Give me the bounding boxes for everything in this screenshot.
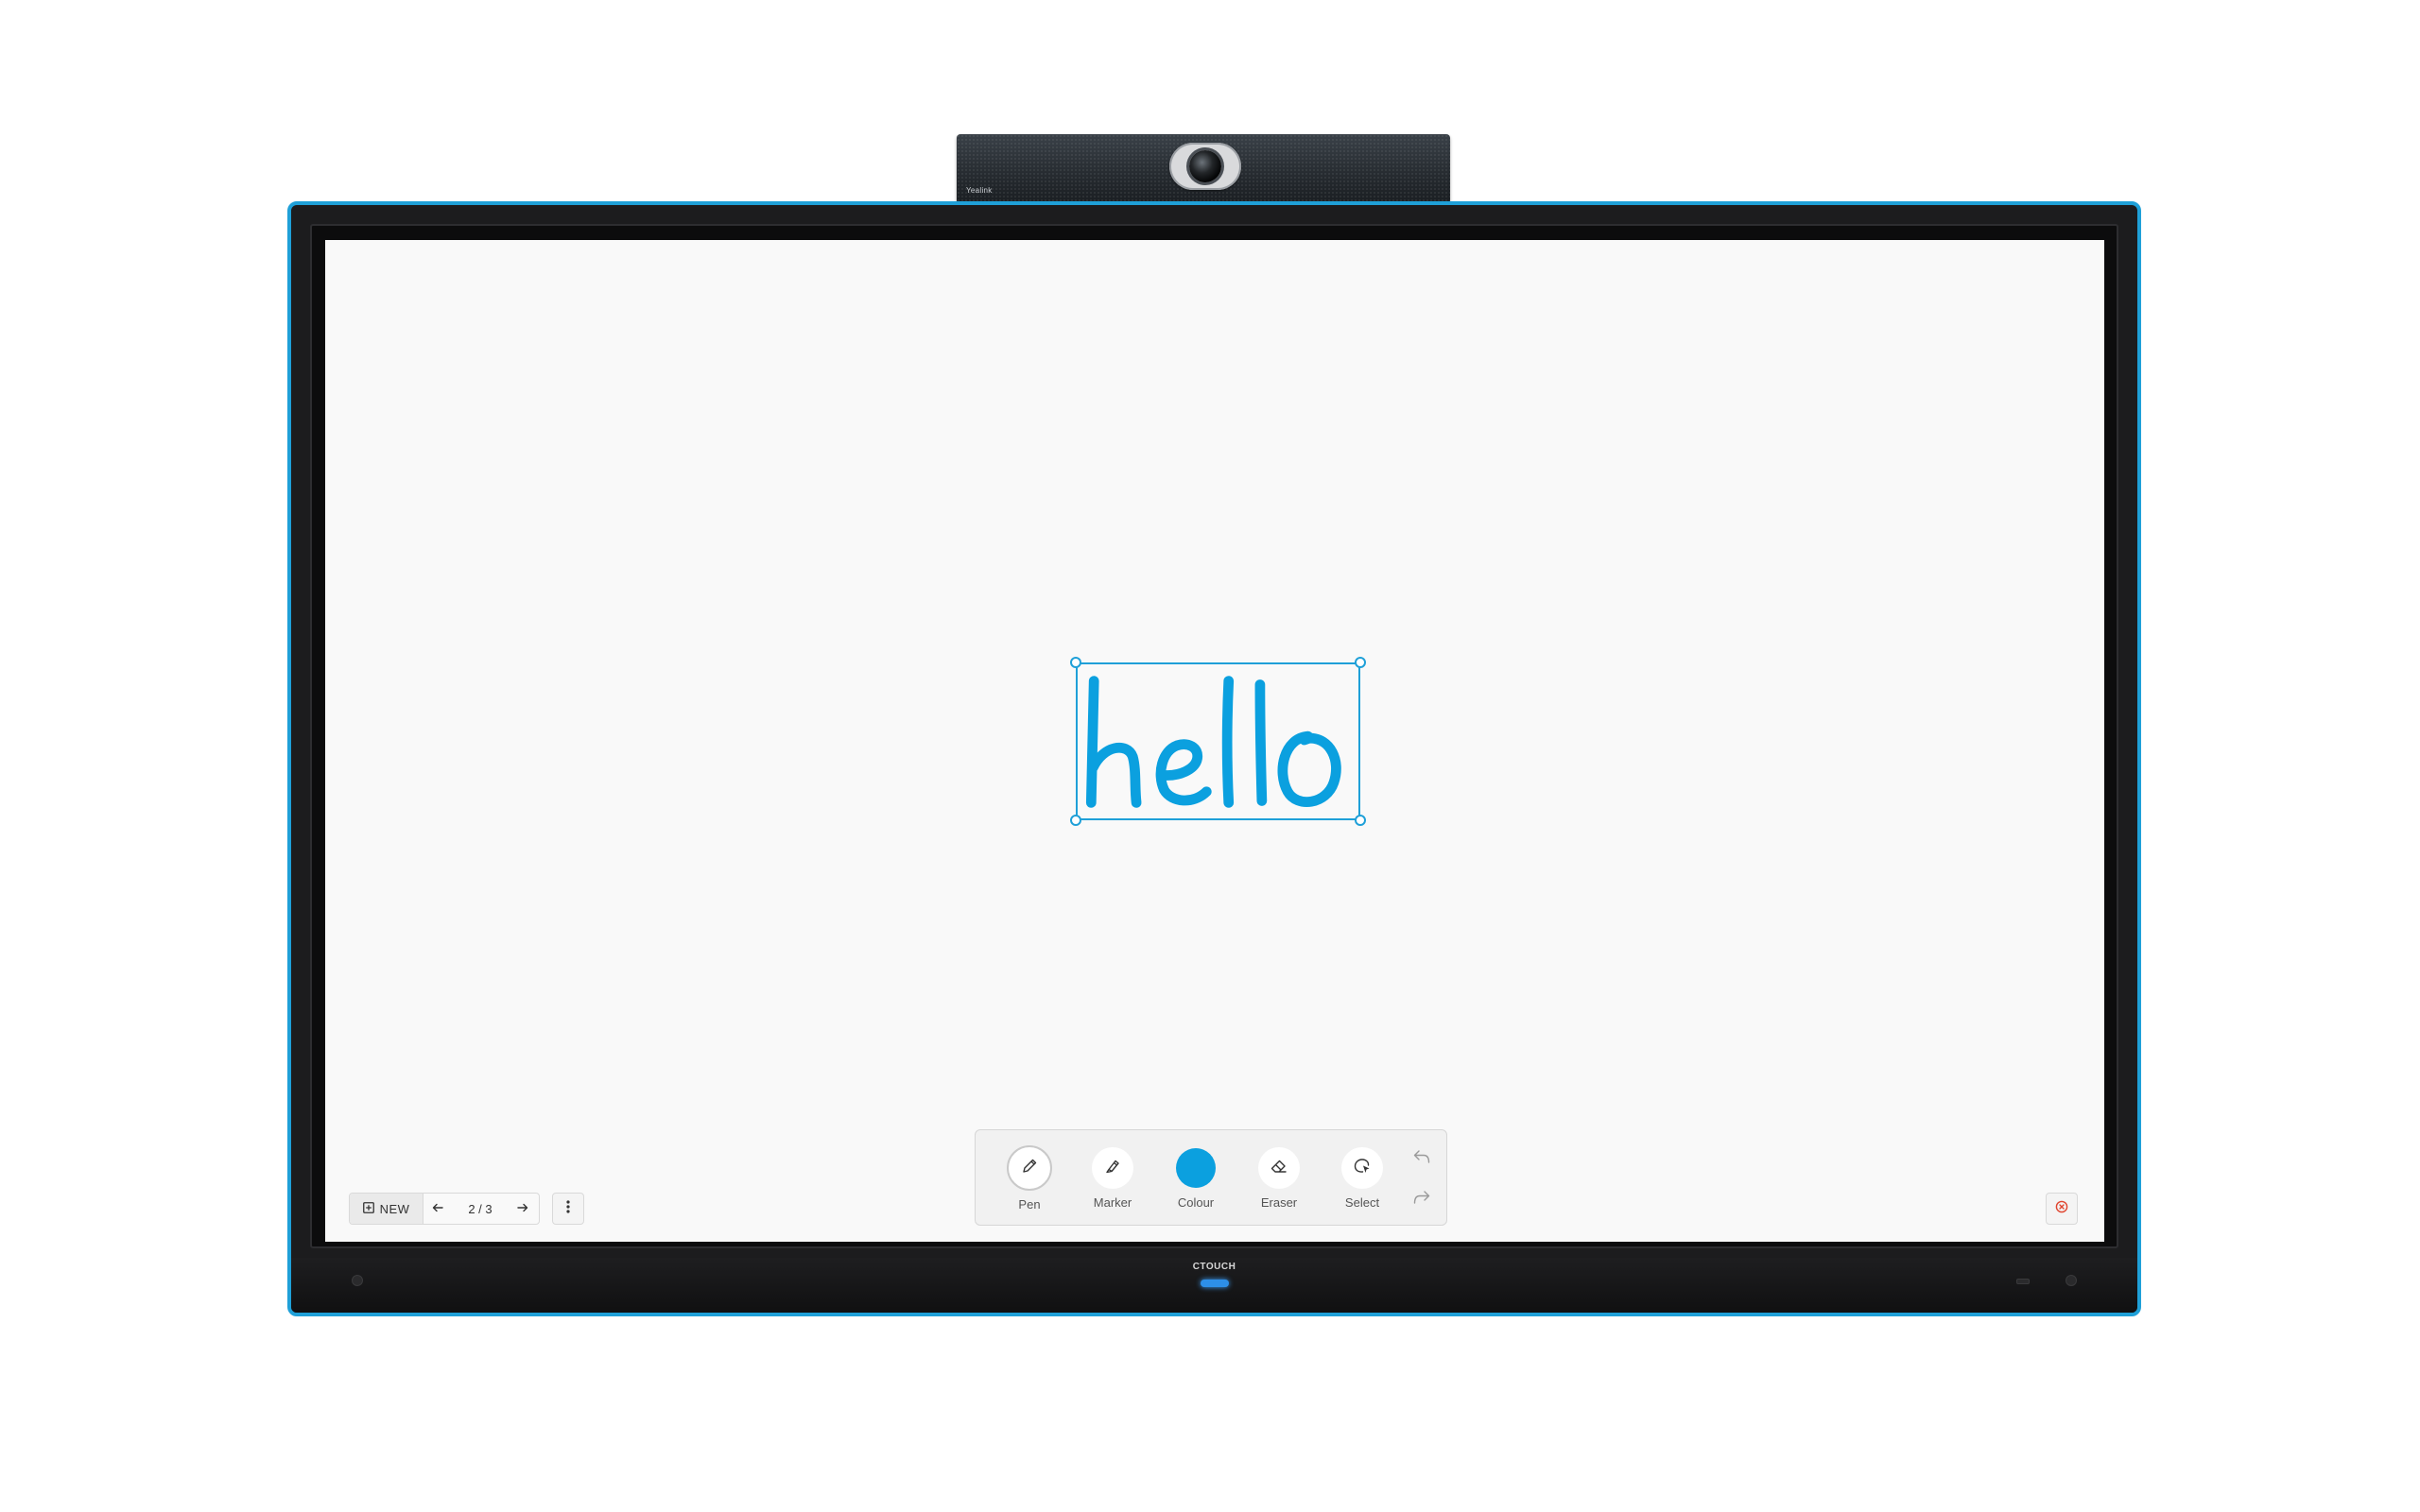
undo-icon[interactable] xyxy=(1412,1149,1431,1169)
page-controls: NEW 2 / 3 xyxy=(349,1193,540,1225)
eraser-tool-button[interactable] xyxy=(1258,1147,1300,1189)
display-bottom-strip: CTOUCH xyxy=(291,1258,2137,1313)
marker-icon xyxy=(1104,1158,1121,1179)
marker-tool-label: Marker xyxy=(1093,1195,1132,1210)
resize-handle-top-right[interactable] xyxy=(1355,657,1366,668)
arrow-right-icon xyxy=(517,1200,528,1217)
camera-lens-housing xyxy=(1169,143,1241,190)
marker-tool[interactable]: Marker xyxy=(1075,1147,1150,1213)
plus-square-icon xyxy=(362,1201,374,1216)
resize-handle-bottom-left[interactable] xyxy=(1070,815,1081,826)
display-frame: NEW 2 / 3 Pen Marker Colour Eraser Selec… xyxy=(287,201,2141,1316)
power-indicator xyxy=(1200,1280,1229,1287)
pen-tool-button[interactable] xyxy=(1007,1145,1052,1191)
select-tool-label: Select xyxy=(1344,1195,1380,1210)
pen-tool-label: Pen xyxy=(1018,1197,1041,1211)
exit-icon xyxy=(2055,1200,2068,1218)
arrow-left-icon xyxy=(432,1200,443,1217)
whiteboard-screen[interactable]: NEW 2 / 3 Pen Marker Colour Eraser Selec… xyxy=(325,240,2104,1242)
undo-redo-group xyxy=(1408,1149,1436,1210)
resize-handle-bottom-right[interactable] xyxy=(1355,815,1366,826)
camera-brand-label: Yealink xyxy=(966,186,993,195)
colour-tool-label: Colour xyxy=(1177,1195,1215,1210)
more-vertical-icon xyxy=(566,1199,570,1218)
drawing-toolbar: Pen Marker Colour Eraser Select xyxy=(975,1129,1447,1226)
previous-page-button[interactable] xyxy=(424,1194,452,1224)
pen-icon xyxy=(1021,1158,1038,1179)
display-brand-logo: CTOUCH xyxy=(1192,1262,1236,1272)
eraser-icon xyxy=(1270,1158,1288,1179)
redo-icon[interactable] xyxy=(1412,1190,1431,1210)
pen-tool[interactable]: Pen xyxy=(992,1145,1067,1213)
colour-swatch xyxy=(1176,1148,1216,1188)
marker-tool-button[interactable] xyxy=(1092,1147,1133,1189)
colour-tool[interactable]: Colour xyxy=(1158,1147,1234,1213)
new-page-label: NEW xyxy=(379,1201,410,1216)
light-sensor xyxy=(352,1275,363,1286)
next-page-button[interactable] xyxy=(509,1194,537,1224)
new-page-button[interactable]: NEW xyxy=(350,1194,424,1224)
ink-selection-box[interactable] xyxy=(1070,657,1366,826)
lasso-select-icon xyxy=(1353,1157,1372,1180)
ir-sensor xyxy=(2066,1275,2077,1286)
select-tool-button[interactable] xyxy=(1341,1147,1383,1189)
eraser-tool[interactable]: Eraser xyxy=(1241,1147,1317,1213)
mic-indicator xyxy=(2016,1279,2030,1284)
exit-whiteboard-button[interactable] xyxy=(2046,1193,2078,1225)
select-tool[interactable]: Select xyxy=(1324,1147,1400,1213)
camera-bar: Yealink xyxy=(957,134,1450,202)
more-options-button[interactable] xyxy=(552,1193,584,1225)
page-indicator: 2 / 3 xyxy=(468,1201,493,1216)
colour-tool-button[interactable] xyxy=(1175,1147,1217,1189)
resize-handle-top-left[interactable] xyxy=(1070,657,1081,668)
handwritten-hello[interactable] xyxy=(1078,664,1358,818)
eraser-tool-label: Eraser xyxy=(1260,1195,1298,1210)
camera-lens xyxy=(1189,150,1221,182)
